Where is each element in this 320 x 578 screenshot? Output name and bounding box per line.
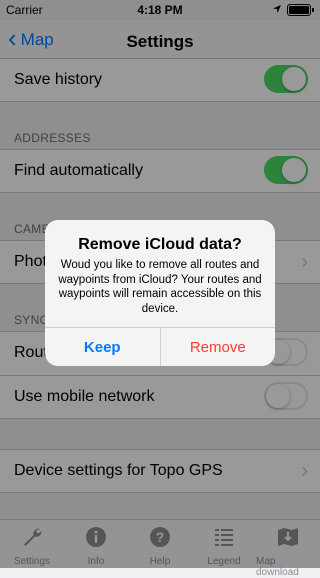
alert-title: Remove iCloud data? (78, 236, 242, 253)
alert-dialog: Remove iCloud data? Woud you like to rem… (45, 220, 275, 366)
remove-button[interactable]: Remove (161, 328, 276, 366)
alert-buttons: Keep Remove (45, 327, 275, 366)
keep-button[interactable]: Keep (45, 328, 161, 366)
alert-message: Woud you like to remove all routes and w… (58, 259, 262, 315)
